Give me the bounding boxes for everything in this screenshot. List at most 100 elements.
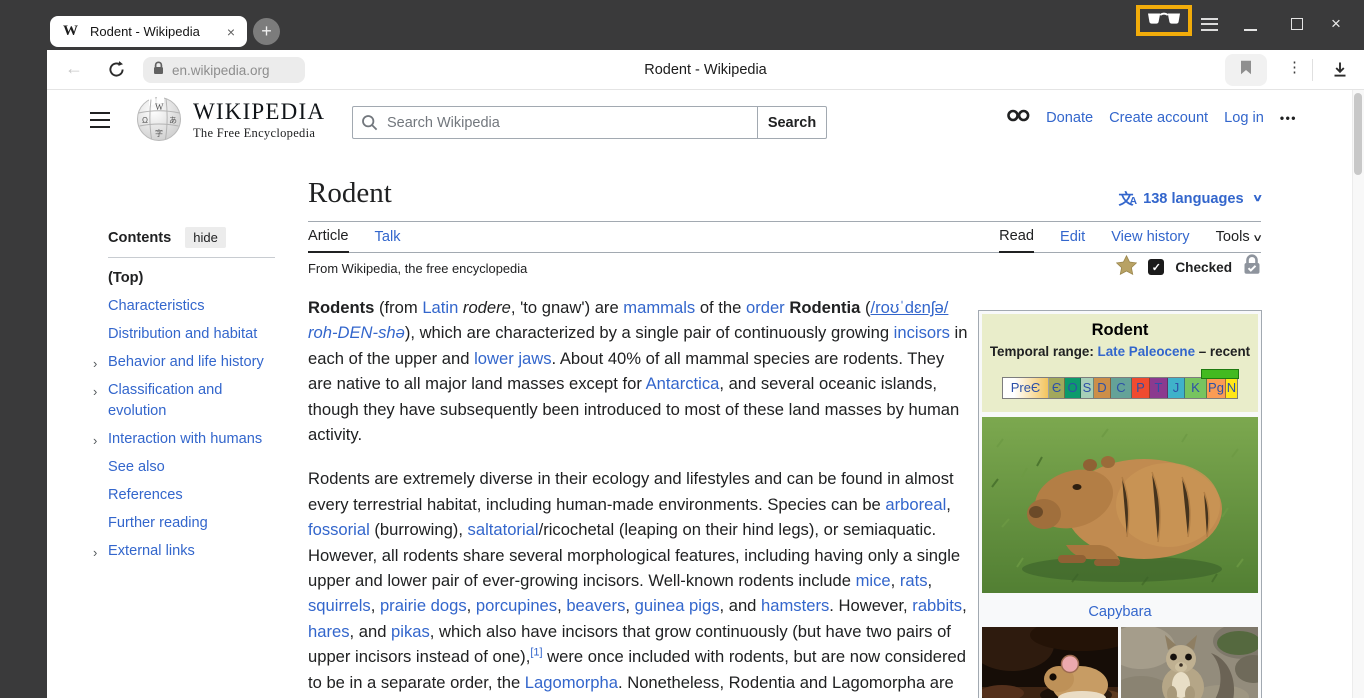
checked-checkbox[interactable]: ✓ bbox=[1148, 259, 1164, 275]
wiki-link[interactable]: mice bbox=[856, 571, 891, 590]
tab-tools[interactable]: Tools∨ bbox=[1216, 229, 1261, 252]
wiki-link[interactable]: Antarctica bbox=[646, 374, 720, 393]
svg-text:Ω: Ω bbox=[142, 116, 148, 125]
tab-read[interactable]: Read bbox=[999, 228, 1034, 253]
squirrel-thumbnail[interactable] bbox=[1121, 627, 1258, 698]
toc-item[interactable]: Further reading bbox=[93, 513, 279, 534]
wiki-link[interactable]: rats bbox=[900, 571, 928, 590]
search-input[interactable] bbox=[352, 106, 758, 139]
wiki-link[interactable]: /roʊˈdɛnʃə/ bbox=[870, 298, 948, 317]
toc-item[interactable]: Distribution and habitat bbox=[93, 324, 279, 345]
wiki-link[interactable]: lower jaws bbox=[474, 349, 551, 368]
timescale-PreЄ[interactable]: PreЄ bbox=[1003, 378, 1049, 398]
tab-view-history[interactable]: View history bbox=[1111, 229, 1189, 252]
toc-item[interactable]: (Top) bbox=[93, 268, 279, 289]
minimize-button[interactable] bbox=[1244, 29, 1257, 31]
wiki-link[interactable]: prairie dogs bbox=[380, 596, 467, 615]
chevron-right-icon[interactable]: › bbox=[93, 542, 97, 563]
appearance-glasses-icon[interactable] bbox=[1007, 109, 1030, 127]
page-indicators: ✓ Checked bbox=[1116, 254, 1261, 280]
article-paragraphs: Rodents (from Latin rodere, 'to gnaw') a… bbox=[308, 295, 971, 698]
browser-side-strip bbox=[0, 0, 47, 698]
wiki-link[interactable]: roh-DEN-shə bbox=[308, 323, 405, 342]
main-menu-icon[interactable] bbox=[90, 112, 110, 133]
watchstar-icon[interactable] bbox=[1116, 255, 1137, 280]
timescale-J[interactable]: J bbox=[1168, 378, 1185, 398]
timescale-Є[interactable]: Є bbox=[1049, 378, 1065, 398]
wiki-link[interactable]: Latin bbox=[422, 298, 458, 317]
download-icon[interactable] bbox=[1331, 61, 1349, 83]
header-more-icon[interactable]: ••• bbox=[1280, 111, 1297, 125]
header-link-donate[interactable]: Donate bbox=[1046, 110, 1093, 126]
maximize-button[interactable] bbox=[1291, 18, 1303, 30]
capybara-image[interactable] bbox=[982, 417, 1258, 598]
toc-item[interactable]: References bbox=[93, 485, 279, 506]
wikipedia-wordmark[interactable]: WIKIPEDIA The Free Encyclopedia bbox=[193, 99, 325, 141]
bookmark-button[interactable] bbox=[1225, 54, 1267, 86]
search-button[interactable]: Search bbox=[757, 106, 827, 139]
image-caption-link[interactable]: Capybara bbox=[982, 598, 1258, 627]
timescale-K[interactable]: K bbox=[1185, 378, 1207, 398]
wiki-link[interactable]: pikas bbox=[391, 622, 430, 641]
chevron-right-icon[interactable]: › bbox=[93, 381, 97, 402]
address-bar[interactable]: en.wikipedia.org bbox=[143, 57, 305, 83]
header-link-log-in[interactable]: Log in bbox=[1224, 110, 1264, 126]
back-icon[interactable]: ← bbox=[65, 58, 83, 79]
header-link-create-account[interactable]: Create account bbox=[1109, 110, 1208, 126]
chevron-right-icon[interactable]: › bbox=[93, 353, 97, 374]
languages-button[interactable]: 文A 138 languages ∨ bbox=[1118, 188, 1261, 209]
new-tab-button[interactable]: + bbox=[253, 18, 280, 45]
toc-item[interactable]: ›Interaction with humans bbox=[93, 429, 279, 450]
wiki-link[interactable]: squirrels bbox=[308, 596, 371, 615]
wiki-link[interactable]: porcupines bbox=[476, 596, 557, 615]
wiki-link[interactable]: hares bbox=[308, 622, 350, 641]
nav-divider bbox=[1312, 59, 1313, 81]
svg-text:あ: あ bbox=[169, 116, 177, 125]
ref-link[interactable]: [1] bbox=[530, 647, 542, 659]
timescale-C[interactable]: C bbox=[1111, 378, 1132, 398]
tab-article[interactable]: Article bbox=[308, 228, 349, 253]
pending-changes-lock-icon[interactable] bbox=[1243, 254, 1261, 280]
timescale-Pg[interactable]: Pg bbox=[1207, 378, 1226, 398]
toc-item[interactable]: ›Classification and evolution bbox=[93, 380, 279, 422]
temporal-range-link[interactable]: Late Paleocene bbox=[1098, 344, 1196, 359]
scrollbar-thumb[interactable] bbox=[1354, 93, 1362, 175]
timescale-P[interactable]: P bbox=[1132, 378, 1150, 398]
timescale-D[interactable]: D bbox=[1094, 378, 1111, 398]
tab-talk[interactable]: Talk bbox=[375, 229, 401, 252]
timescale-T[interactable]: T bbox=[1150, 378, 1168, 398]
wiki-link[interactable]: beavers bbox=[566, 596, 625, 615]
wiki-link[interactable]: arboreal bbox=[885, 495, 946, 514]
wiki-link[interactable]: guinea pigs bbox=[635, 596, 720, 615]
toc-item[interactable]: ›External links bbox=[93, 541, 279, 562]
browser-tab[interactable]: W Rodent - Wikipedia × bbox=[50, 16, 247, 47]
highlighted-extension-button[interactable] bbox=[1136, 5, 1192, 36]
wikipedia-globe-logo[interactable]: W Ω あ 字 bbox=[135, 94, 183, 147]
tab-edit[interactable]: Edit bbox=[1060, 229, 1085, 252]
url-text: en.wikipedia.org bbox=[172, 63, 270, 78]
wiki-link[interactable]: order bbox=[746, 298, 785, 317]
toc-item[interactable]: Characteristics bbox=[93, 296, 279, 317]
close-window-button[interactable]: × bbox=[1331, 14, 1341, 34]
toc-hide-button[interactable]: hide bbox=[185, 227, 226, 248]
wiki-link[interactable]: fossorial bbox=[308, 520, 370, 539]
wiki-link[interactable]: incisors bbox=[894, 323, 950, 342]
page-menu-kebab-icon[interactable]: ⋮ bbox=[1287, 58, 1302, 76]
wiki-link[interactable]: rabbits bbox=[912, 596, 962, 615]
chevron-right-icon[interactable]: › bbox=[93, 430, 97, 451]
wiki-link[interactable]: hamsters bbox=[761, 596, 829, 615]
springhare-thumbnail[interactable] bbox=[982, 627, 1118, 698]
timescale-N[interactable]: N bbox=[1226, 378, 1237, 398]
browser-menu-icon[interactable] bbox=[1201, 18, 1218, 34]
navigation-bar: ← en.wikipedia.org Rodent - Wikipedia ⋮ bbox=[47, 50, 1364, 90]
wiki-link[interactable]: Lagomorpha bbox=[525, 673, 618, 692]
page-scrollbar[interactable] bbox=[1352, 90, 1364, 698]
wiki-link[interactable]: saltatorial bbox=[468, 520, 539, 539]
timescale-S[interactable]: S bbox=[1081, 378, 1094, 398]
timescale-O[interactable]: O bbox=[1065, 378, 1081, 398]
refresh-icon[interactable] bbox=[107, 60, 126, 84]
toc-item[interactable]: ›Behavior and life history bbox=[93, 352, 279, 373]
wiki-link[interactable]: mammals bbox=[623, 298, 695, 317]
toc-item[interactable]: See also bbox=[93, 457, 279, 478]
tab-close-icon[interactable]: × bbox=[225, 24, 237, 40]
